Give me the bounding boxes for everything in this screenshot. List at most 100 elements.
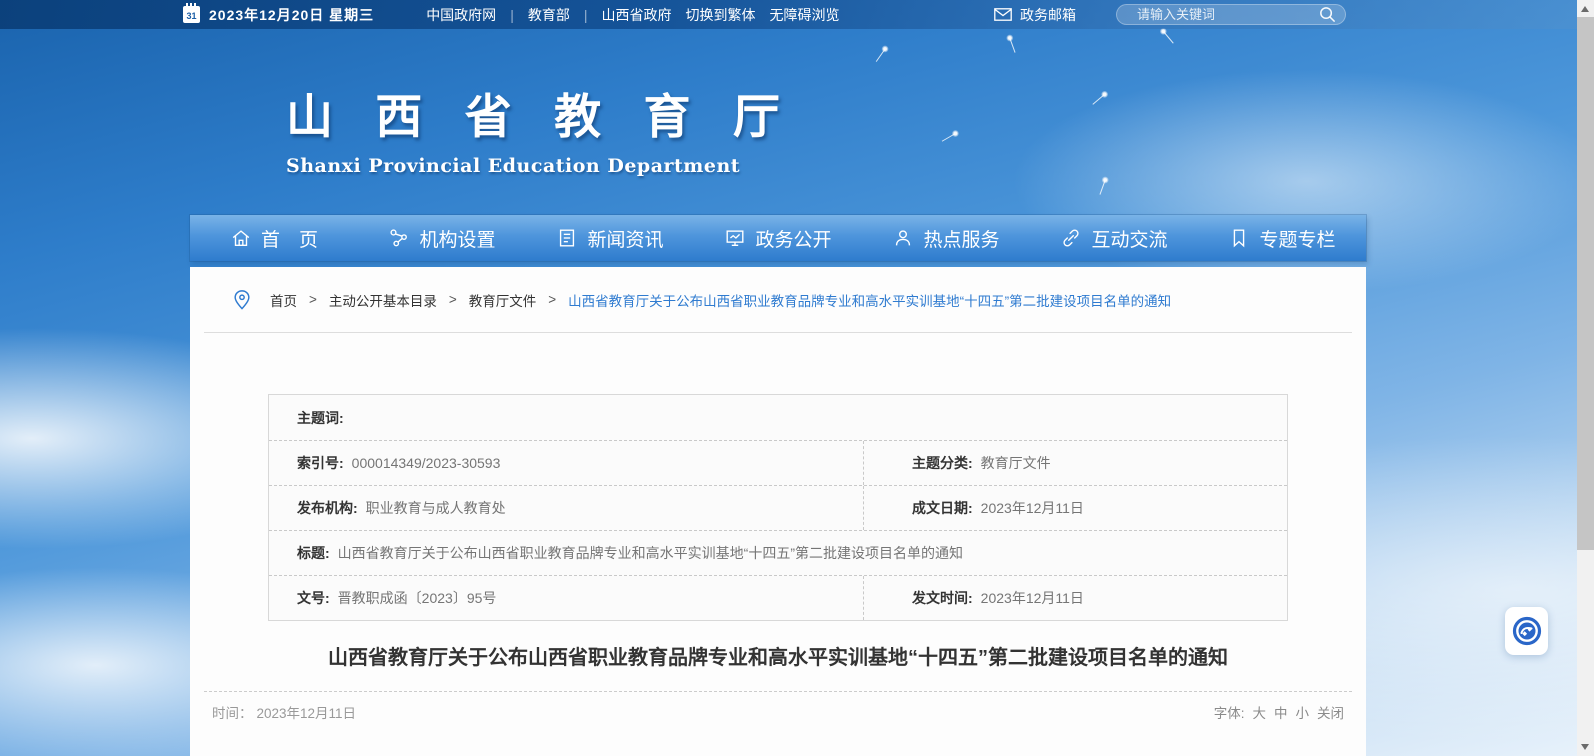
site-search bbox=[1116, 4, 1346, 25]
written-date-cell: 成文日期: 2023年12月11日 bbox=[863, 486, 1287, 530]
document-metadata-table: 主题词: 索引号: 000014349/2023-30593 主题分类: 教育厅… bbox=[268, 394, 1288, 621]
title-label: 标题: bbox=[297, 543, 330, 563]
bookmark-banner-icon bbox=[1228, 227, 1250, 249]
table-row-subject: 主题词: bbox=[269, 395, 1287, 440]
dandelion-seed-icon bbox=[876, 49, 885, 62]
location-pin-icon bbox=[232, 289, 252, 311]
written-date-label: 成文日期: bbox=[912, 498, 973, 518]
issue-date-value: 2023年12月11日 bbox=[981, 588, 1084, 608]
doc-number-cell: 文号: 晋教职成函〔2023〕95号 bbox=[269, 576, 863, 620]
site-title-chinese: 山 西 省 教 育 厅 bbox=[286, 78, 793, 147]
nav-item-news[interactable]: 新闻资讯 bbox=[526, 215, 694, 261]
issue-date-label: 发文时间: bbox=[912, 588, 973, 608]
divider: | bbox=[584, 7, 588, 23]
page-background: 31 2023年12月20日 星期三 中国政府网 | 教育部 | 山西省政府 切… bbox=[0, 0, 1594, 756]
scroll-up-arrow-icon[interactable] bbox=[1581, 6, 1589, 12]
doc-number-label: 文号: bbox=[297, 588, 330, 608]
vertical-scrollbar[interactable] bbox=[1577, 0, 1594, 756]
gov-mail-label: 政务邮箱 bbox=[1020, 5, 1076, 25]
title-value: 山西省教育厅关于公布山西省职业教育品牌专业和高水平实训基地“十四五”第二批建设项… bbox=[338, 543, 963, 563]
font-size-large-button[interactable]: 大 bbox=[1253, 702, 1267, 722]
breadcrumb-separator: > bbox=[449, 292, 457, 307]
person-service-icon bbox=[892, 227, 914, 249]
nav-label: 热点服务 bbox=[923, 225, 999, 252]
breadcrumb: 首页 > 主动公开基本目录 > 教育厅文件 > 山西省教育厅关于公布山西省职业教… bbox=[204, 267, 1352, 333]
site-logo[interactable]: 山 西 省 教 育 厅 Shanxi Provincial Education … bbox=[286, 78, 793, 177]
home-icon bbox=[230, 227, 252, 249]
scrollbar-thumb[interactable] bbox=[1577, 17, 1594, 550]
subject-label: 主题词: bbox=[297, 408, 344, 428]
nav-item-organization[interactable]: 机构设置 bbox=[358, 215, 526, 261]
doc-number-value: 晋教职成函〔2023〕95号 bbox=[338, 588, 497, 608]
link-chain-icon bbox=[1060, 227, 1082, 249]
nav-item-special-topics[interactable]: 专题专栏 bbox=[1198, 215, 1366, 261]
nav-label: 机构设置 bbox=[419, 225, 495, 252]
site-title-english: Shanxi Provincial Education Department bbox=[286, 155, 793, 177]
breadcrumb-separator: > bbox=[309, 292, 317, 307]
font-size-controls: 字体: 大 中 小 关闭 bbox=[1214, 702, 1344, 722]
font-label: 字体: bbox=[1214, 702, 1245, 722]
nav-item-gov-disclosure[interactable]: 政务公开 bbox=[694, 215, 862, 261]
category-value: 教育厅文件 bbox=[981, 453, 1051, 473]
topbar-links: 中国政府网 | 教育部 | 山西省政府 切换到繁体 无障碍浏览 bbox=[426, 5, 839, 25]
issue-date-cell: 发文时间: 2023年12月11日 bbox=[863, 576, 1287, 620]
breadcrumb-home[interactable]: 首页 bbox=[270, 290, 297, 310]
table-row-title: 标题: 山西省教育厅关于公布山西省职业教育品牌专业和高水平实训基地“十四五”第二… bbox=[269, 530, 1287, 575]
link-moe[interactable]: 教育部 bbox=[528, 5, 570, 25]
written-date-value: 2023年12月11日 bbox=[981, 498, 1084, 518]
link-accessibility[interactable]: 无障碍浏览 bbox=[769, 5, 839, 25]
article-meta-bar: 时间： 2023年12月11日 字体: 大 中 小 关闭 bbox=[204, 691, 1352, 722]
category-cell: 主题分类: 教育厅文件 bbox=[863, 441, 1287, 485]
publisher-value: 职业教育与成人教育处 bbox=[366, 498, 506, 518]
subject-cell: 主题词: bbox=[269, 395, 1287, 440]
nav-item-interaction[interactable]: 互动交流 bbox=[1030, 215, 1198, 261]
publisher-label: 发布机构: bbox=[297, 498, 358, 518]
org-structure-icon bbox=[388, 227, 410, 249]
table-row-index: 索引号: 000014349/2023-30593 主题分类: 教育厅文件 bbox=[269, 440, 1287, 485]
calendar-day: 31 bbox=[186, 10, 196, 23]
scroll-down-arrow-icon[interactable] bbox=[1581, 744, 1589, 750]
index-value: 000014349/2023-30593 bbox=[352, 455, 501, 471]
time-value: 2023年12月11日 bbox=[257, 702, 357, 722]
index-cell: 索引号: 000014349/2023-30593 bbox=[269, 441, 863, 485]
publisher-cell: 发布机构: 职业教育与成人教育处 bbox=[269, 486, 863, 530]
nav-label: 专题专栏 bbox=[1259, 225, 1335, 252]
envelope-icon bbox=[994, 8, 1012, 21]
article-title: 山西省教育厅关于公布山西省职业教育品牌专业和高水平实训基地“十四五”第二批建设项… bbox=[190, 641, 1366, 670]
calendar-icon: 31 bbox=[183, 6, 200, 23]
divider: | bbox=[510, 7, 514, 23]
gov-service-float-button[interactable] bbox=[1505, 607, 1548, 655]
table-row-doc-number: 文号: 晋教职成函〔2023〕95号 发文时间: 2023年12月11日 bbox=[269, 575, 1287, 620]
nav-item-home[interactable]: 首 页 bbox=[190, 215, 358, 261]
gov-service-logo-icon bbox=[1512, 616, 1542, 646]
time-label: 时间： bbox=[212, 702, 253, 722]
top-utility-bar: 31 2023年12月20日 星期三 中国政府网 | 教育部 | 山西省政府 切… bbox=[0, 0, 1594, 29]
main-navigation: 首 页 机构设置 新闻资讯 bbox=[190, 215, 1366, 261]
title-cell: 标题: 山西省教育厅关于公布山西省职业教育品牌专业和高水平实训基地“十四五”第二… bbox=[269, 531, 1287, 575]
nav-item-hot-services[interactable]: 热点服务 bbox=[862, 215, 1030, 261]
close-button[interactable]: 关闭 bbox=[1317, 702, 1344, 722]
breadcrumb-catalog[interactable]: 主动公开基本目录 bbox=[329, 290, 437, 310]
nav-label: 首 页 bbox=[261, 225, 318, 252]
category-label: 主题分类: bbox=[912, 453, 973, 473]
font-size-medium-button[interactable]: 中 bbox=[1274, 702, 1288, 722]
breadcrumb-dept-files[interactable]: 教育厅文件 bbox=[469, 290, 537, 310]
table-row-publisher: 发布机构: 职业教育与成人教育处 成文日期: 2023年12月11日 bbox=[269, 485, 1287, 530]
gov-mail-link[interactable]: 政务邮箱 bbox=[994, 5, 1076, 25]
link-shanxi-gov[interactable]: 山西省政府 bbox=[601, 5, 671, 25]
dandelion-seed-icon bbox=[942, 133, 955, 141]
search-input[interactable] bbox=[1137, 7, 1318, 22]
nav-label: 新闻资讯 bbox=[587, 225, 663, 252]
news-document-icon bbox=[556, 227, 578, 249]
breadcrumb-separator: > bbox=[548, 292, 556, 307]
link-china-gov[interactable]: 中国政府网 bbox=[426, 5, 496, 25]
nav-label: 互动交流 bbox=[1091, 225, 1167, 252]
search-icon[interactable] bbox=[1318, 5, 1337, 24]
link-traditional-chinese[interactable]: 切换到繁体 bbox=[685, 5, 755, 25]
dandelion-seed-icon bbox=[1092, 94, 1104, 104]
breadcrumb-current-document[interactable]: 山西省教育厅关于公布山西省职业教育品牌专业和高水平实训基地“十四五”第二批建设项… bbox=[568, 290, 1171, 310]
dandelion-seed-icon bbox=[1163, 31, 1173, 43]
content-panel: 首页 > 主动公开基本目录 > 教育厅文件 > 山西省教育厅关于公布山西省职业教… bbox=[190, 267, 1366, 756]
presentation-board-icon bbox=[724, 227, 746, 249]
font-size-small-button[interactable]: 小 bbox=[1296, 702, 1310, 722]
